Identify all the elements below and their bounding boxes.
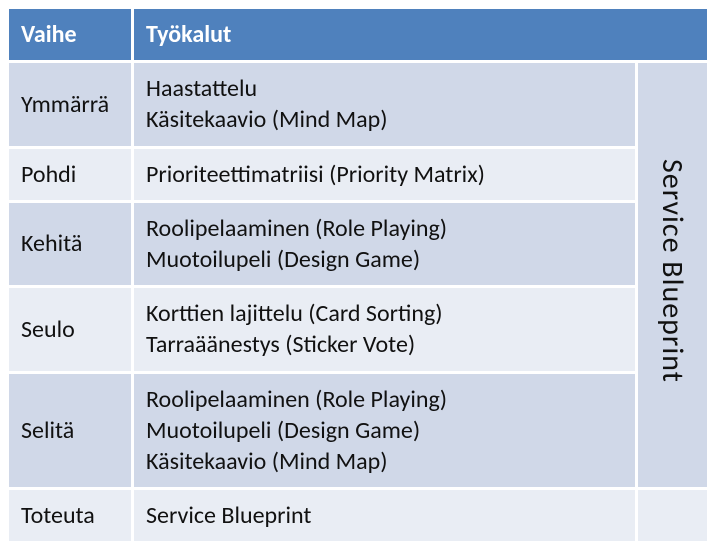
table-container: Vaihe Työkalut Ymmärrä Haastattelu Käsit… (0, 0, 716, 524)
tools-cell: Service Blueprint (133, 489, 637, 543)
tools-cell: Korttien lajittelu (Card Sorting) Tarraä… (133, 287, 637, 372)
phases-tools-table: Vaihe Työkalut Ymmärrä Haastattelu Käsit… (6, 6, 710, 544)
table-row: Seulo Korttien lajittelu (Card Sorting) … (8, 287, 709, 372)
tools-cell: Haastattelu Käsitekaavio (Mind Map) (133, 62, 637, 147)
tool-item: Käsitekaavio (Mind Map) (146, 104, 623, 135)
tool-item: Muotoilupeli (Design Game) (146, 415, 623, 446)
phase-cell: Toteuta (8, 489, 133, 543)
tool-item: Haastattelu (146, 73, 623, 104)
table-row: Ymmärrä Haastattelu Käsitekaavio (Mind M… (8, 62, 709, 147)
tool-item: Roolipelaaminen (Role Playing) (146, 384, 623, 415)
table-row: Kehitä Roolipelaaminen (Role Playing) Mu… (8, 201, 709, 286)
tool-item: Roolipelaaminen (Role Playing) (146, 213, 623, 244)
phase-cell: Seulo (8, 287, 133, 372)
table-row: Pohdi Prioriteettimatriisi (Priority Mat… (8, 147, 709, 201)
service-blueprint-span-cell: Service Blueprint (637, 62, 709, 489)
table-row: Toteuta Service Blueprint (8, 489, 709, 543)
empty-span-cell (637, 489, 709, 543)
tool-item: Muotoilupeli (Design Game) (146, 244, 623, 275)
tool-item: Tarraäänestys (Sticker Vote) (146, 329, 623, 360)
tool-item: Service Blueprint (146, 500, 623, 531)
tool-item: Korttien lajittelu (Card Sorting) (146, 298, 623, 329)
header-tyokalut: Työkalut (133, 8, 709, 62)
service-blueprint-label: Service Blueprint (653, 159, 692, 383)
phase-cell: Pohdi (8, 147, 133, 201)
tool-item: Käsitekaavio (Mind Map) (146, 446, 623, 477)
table-row: Selitä Roolipelaaminen (Role Playing) Mu… (8, 372, 709, 489)
phase-cell: Selitä (8, 372, 133, 489)
tools-cell: Roolipelaaminen (Role Playing) Muotoilup… (133, 372, 637, 489)
tool-item: Prioriteettimatriisi (Priority Matrix) (146, 159, 623, 190)
header-vaihe: Vaihe (8, 8, 133, 62)
tools-cell: Prioriteettimatriisi (Priority Matrix) (133, 147, 637, 201)
phase-cell: Ymmärrä (8, 62, 133, 147)
tools-cell: Roolipelaaminen (Role Playing) Muotoilup… (133, 201, 637, 286)
table-header-row: Vaihe Työkalut (8, 8, 709, 62)
phase-cell: Kehitä (8, 201, 133, 286)
